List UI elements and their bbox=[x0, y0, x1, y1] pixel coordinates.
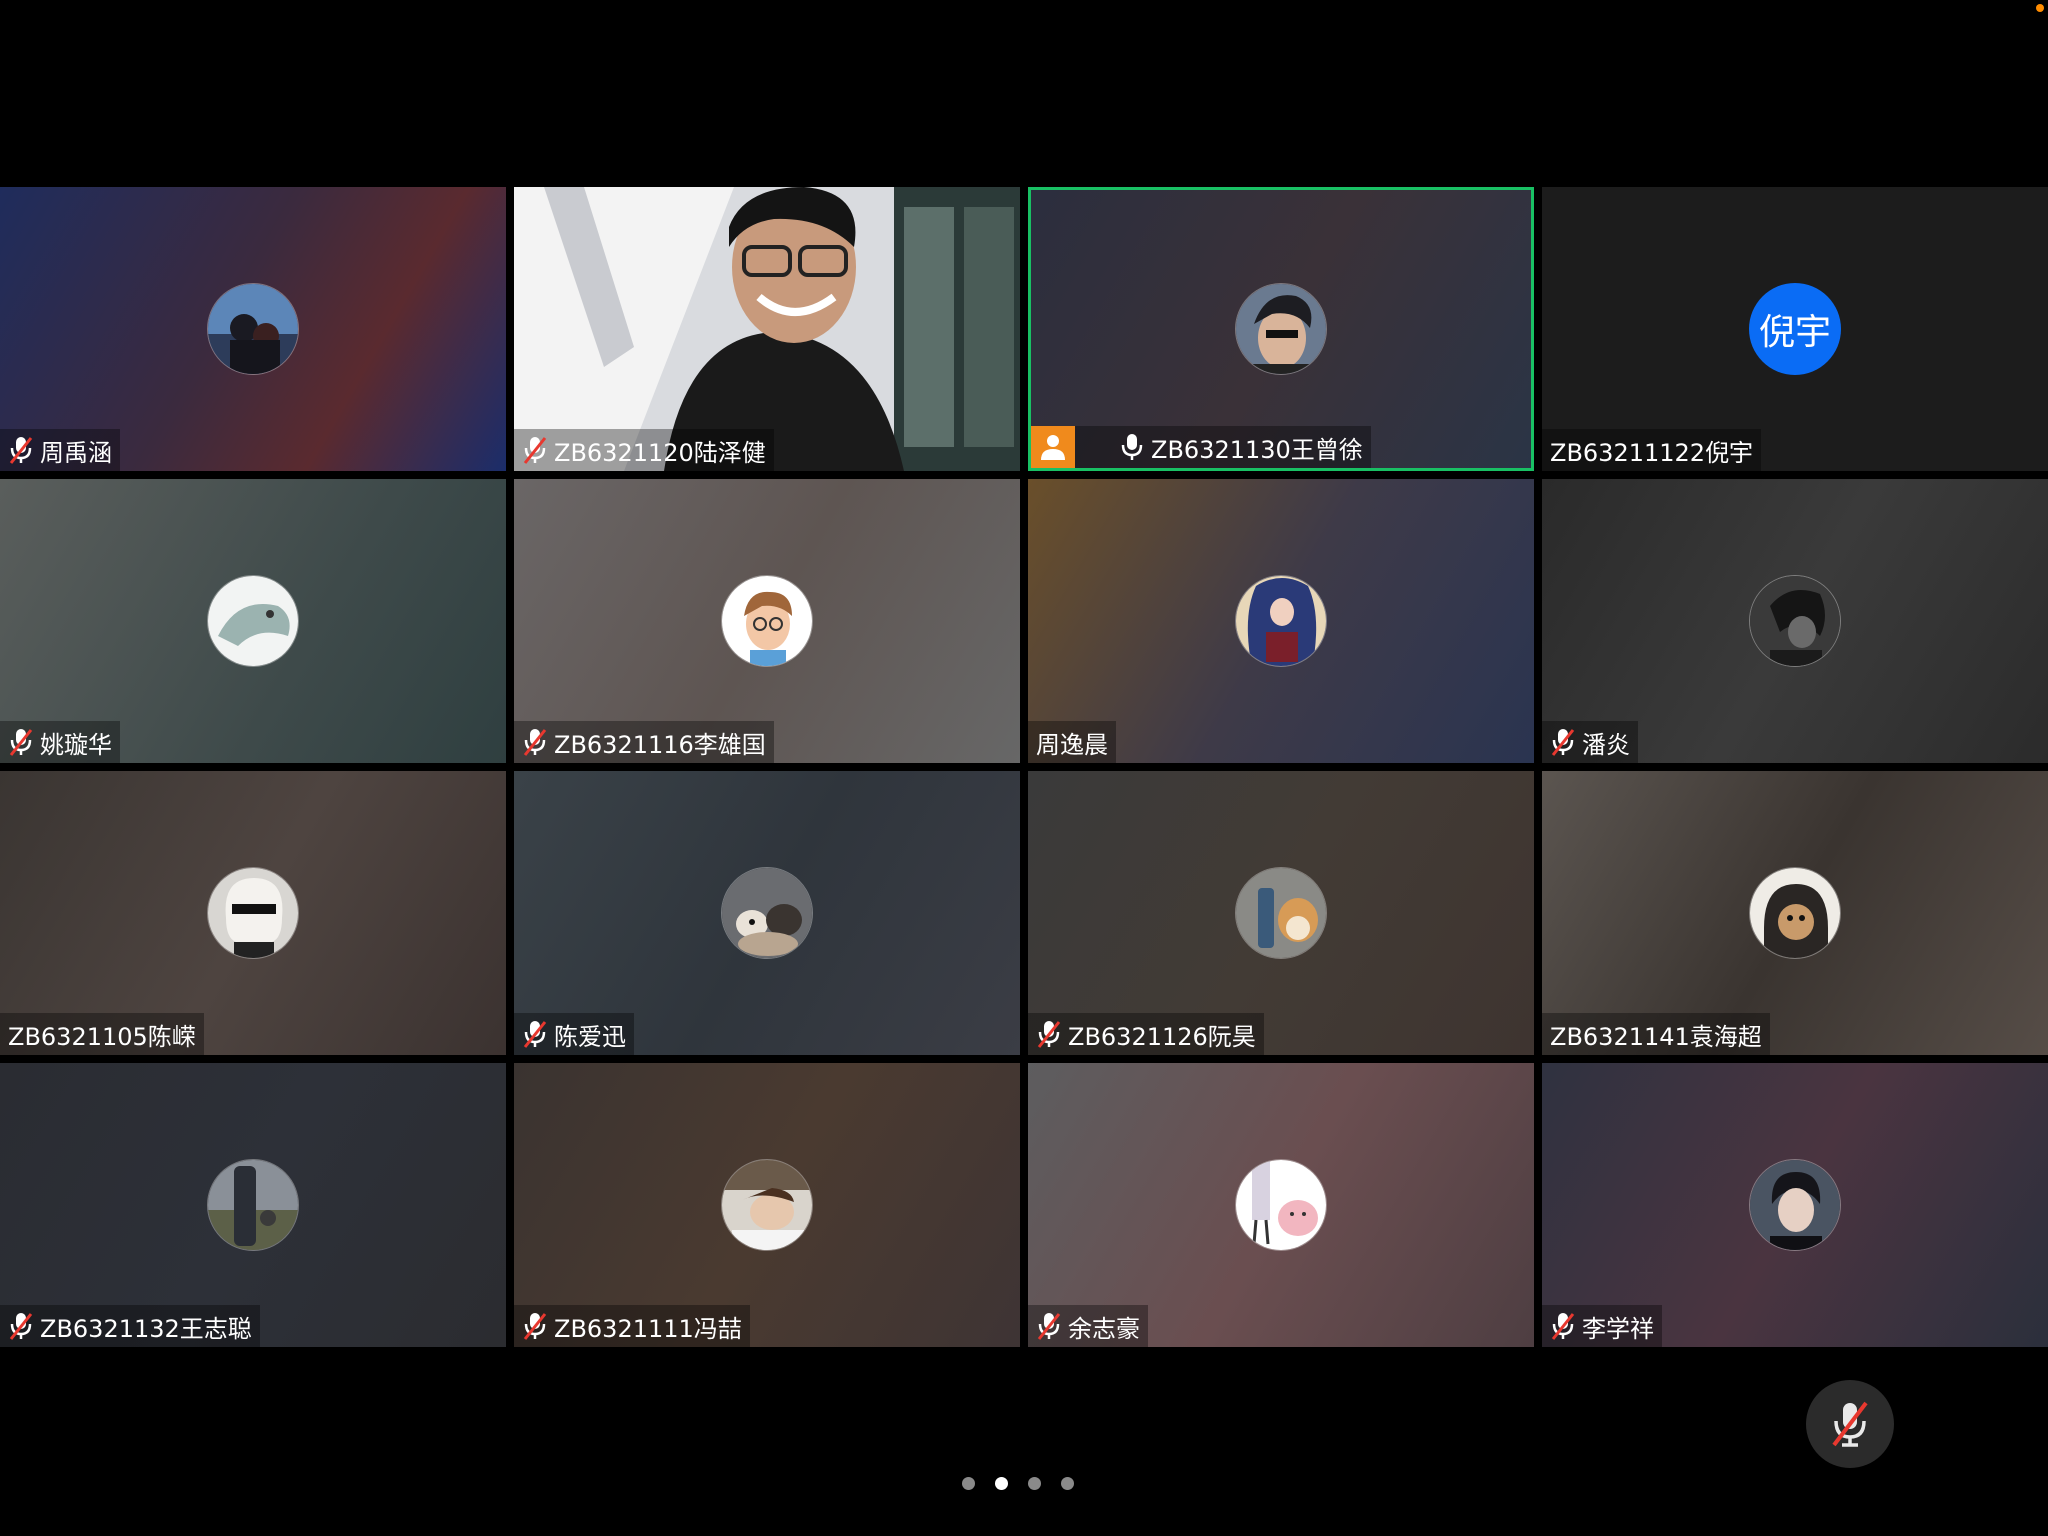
mic-muted-icon bbox=[522, 1019, 548, 1049]
mute-toggle-button[interactable] bbox=[1806, 1380, 1894, 1468]
participant-name: 陈爱迅 bbox=[554, 1022, 626, 1051]
recording-indicator bbox=[2036, 4, 2044, 12]
participant-tile[interactable]: 李学祥 bbox=[1542, 1063, 2048, 1347]
mic-on-icon bbox=[1119, 432, 1145, 462]
host-person-icon bbox=[1041, 435, 1065, 460]
participant-avatar bbox=[1749, 867, 1841, 959]
participant-avatar bbox=[1235, 867, 1327, 959]
participant-avatar bbox=[721, 575, 813, 667]
participant-name-bar: ZB6321116李雄国 bbox=[514, 721, 774, 763]
participant-tile-active-speaker[interactable]: ZB6321130王曾徐 bbox=[1028, 187, 1534, 471]
participant-name: ZB6321132王志聪 bbox=[40, 1314, 252, 1343]
mic-muted-icon bbox=[8, 1311, 34, 1341]
participant-name: 周禹涵 bbox=[40, 438, 112, 467]
participant-name: ZB6321111冯喆 bbox=[554, 1314, 742, 1343]
participant-name-bar: ZB6321130王曾徐 bbox=[1075, 426, 1371, 468]
participant-tile[interactable]: ZB6321132王志聪 bbox=[0, 1063, 506, 1347]
participant-name: ZB6321105陈嵘 bbox=[8, 1022, 196, 1051]
participant-avatar bbox=[1749, 1159, 1841, 1251]
participant-name-bar: ZB6321105陈嵘 bbox=[0, 1013, 204, 1055]
participant-name: 李学祥 bbox=[1582, 1314, 1654, 1343]
participant-name-bar: ZB6321111冯喆 bbox=[514, 1305, 750, 1347]
participant-name: ZB6321130王曾徐 bbox=[1151, 435, 1363, 464]
mic-muted-icon bbox=[8, 727, 34, 757]
mic-muted-icon bbox=[1832, 1401, 1868, 1447]
participant-tile[interactable]: 姚璇华 bbox=[0, 479, 506, 763]
participant-name-bar: 姚璇华 bbox=[0, 721, 120, 763]
participant-avatar bbox=[721, 867, 813, 959]
page-dot[interactable] bbox=[962, 1477, 975, 1490]
participant-name: ZB6321126阮昊 bbox=[1068, 1022, 1256, 1051]
page-dot[interactable] bbox=[1028, 1477, 1041, 1490]
participant-tile[interactable]: ZB6321120陆泽健 bbox=[514, 187, 1020, 471]
participant-name-bar: 周逸晨 bbox=[1028, 721, 1116, 763]
participant-avatar bbox=[207, 867, 299, 959]
participant-avatar bbox=[207, 575, 299, 667]
participant-name: 周逸晨 bbox=[1036, 730, 1108, 759]
page-dot[interactable] bbox=[1061, 1477, 1074, 1490]
mic-muted-icon bbox=[8, 435, 34, 465]
participant-tile[interactable]: 余志豪 bbox=[1028, 1063, 1534, 1347]
participant-name-bar: 余志豪 bbox=[1028, 1305, 1148, 1347]
participant-name-bar: ZB6321126阮昊 bbox=[1028, 1013, 1264, 1055]
participant-name-bar: ZB6321141袁海超 bbox=[1542, 1013, 1770, 1055]
participant-tile[interactable]: ZB6321105陈嵘 bbox=[0, 771, 506, 1055]
participant-avatar bbox=[1749, 575, 1841, 667]
page-dot-active[interactable] bbox=[995, 1477, 1008, 1490]
host-badge bbox=[1031, 426, 1075, 468]
participant-tile[interactable]: 潘炎 bbox=[1542, 479, 2048, 763]
participant-name: ZB63211122倪宇 bbox=[1550, 438, 1754, 467]
mic-muted-icon bbox=[1550, 727, 1576, 757]
participant-name-bar: 李学祥 bbox=[1542, 1305, 1662, 1347]
participant-avatar bbox=[207, 283, 299, 375]
participant-tile[interactable]: 周禹涵 bbox=[0, 187, 506, 471]
participant-tile[interactable]: ZB6321116李雄国 bbox=[514, 479, 1020, 763]
participant-name: 潘炎 bbox=[1582, 730, 1630, 759]
participant-name-bar: 潘炎 bbox=[1542, 721, 1638, 763]
participant-avatar bbox=[721, 1159, 813, 1251]
mic-muted-icon bbox=[522, 727, 548, 757]
participant-avatar bbox=[1235, 575, 1327, 667]
participant-name-bar: ZB63211122倪宇 bbox=[1542, 429, 1762, 471]
participant-tile[interactable]: 倪宇 ZB63211122倪宇 bbox=[1542, 187, 2048, 471]
participant-tile[interactable]: ZB6321111冯喆 bbox=[514, 1063, 1020, 1347]
participant-avatar bbox=[1235, 1159, 1327, 1251]
mic-muted-icon bbox=[522, 1311, 548, 1341]
participant-name-bar: ZB6321132王志聪 bbox=[0, 1305, 260, 1347]
participant-tile[interactable]: 陈爱迅 bbox=[514, 771, 1020, 1055]
participant-tile[interactable]: ZB6321141袁海超 bbox=[1542, 771, 2048, 1055]
participant-name: ZB6321120陆泽健 bbox=[554, 438, 766, 467]
participant-name: ZB6321116李雄国 bbox=[554, 730, 766, 759]
participant-avatar bbox=[207, 1159, 299, 1251]
participant-name-bar: 陈爱迅 bbox=[514, 1013, 634, 1055]
participant-name: ZB6321141袁海超 bbox=[1550, 1022, 1762, 1051]
participant-grid: 周禹涵 ZB6321120陆泽健 ZB6321130王曾徐 倪宇 ZB63211… bbox=[0, 187, 2048, 1347]
participant-name-bar: 周禹涵 bbox=[0, 429, 120, 471]
participant-name: 余志豪 bbox=[1068, 1314, 1140, 1343]
mic-muted-icon bbox=[1550, 1311, 1576, 1341]
participant-avatar bbox=[1235, 283, 1327, 375]
mic-muted-icon bbox=[1036, 1311, 1062, 1341]
mic-muted-icon bbox=[522, 435, 548, 465]
page-indicator[interactable] bbox=[962, 1477, 1074, 1490]
participant-tile[interactable]: ZB6321126阮昊 bbox=[1028, 771, 1534, 1055]
participant-name-bar: ZB6321120陆泽健 bbox=[514, 429, 774, 471]
participant-tile[interactable]: 周逸晨 bbox=[1028, 479, 1534, 763]
mic-muted-icon bbox=[1036, 1019, 1062, 1049]
participant-initials-avatar: 倪宇 bbox=[1749, 283, 1841, 375]
participant-name: 姚璇华 bbox=[40, 730, 112, 759]
